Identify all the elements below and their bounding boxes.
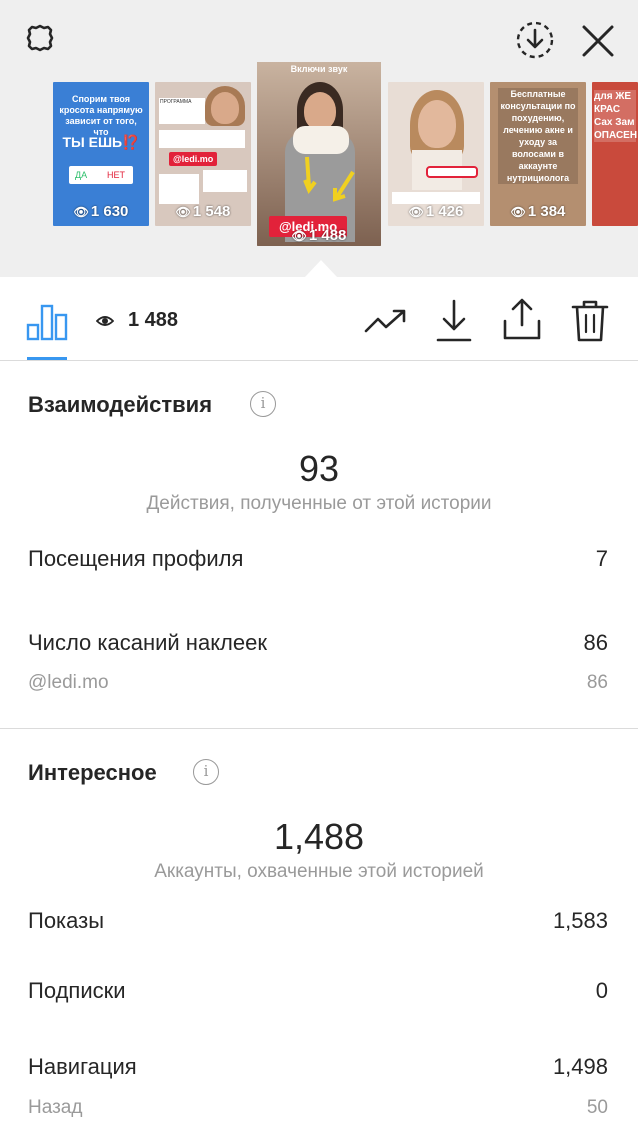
follows-label: Подписки: [28, 978, 126, 1003]
back-value: 50: [586, 1097, 608, 1118]
follows-value: 0: [595, 978, 608, 1003]
active-tab-indicator: [27, 357, 67, 360]
mention-sticker: @ledi.mo: [169, 152, 218, 166]
eye-icon: [96, 316, 114, 326]
story-thumbnail[interactable]: Бесплатные консультации по похудению, ле…: [490, 82, 586, 226]
poll-sticker: ДА НЕТ: [69, 166, 133, 184]
thumbnail-banner: Включи звук: [290, 64, 348, 74]
thumbnail-views: 👁 1 548: [175, 203, 231, 220]
thumbnail-views: 👁 1 426: [408, 203, 464, 220]
navigation-value: 1,498: [552, 1054, 608, 1079]
trending-icon[interactable]: [364, 307, 408, 335]
trash-icon[interactable]: [570, 299, 610, 343]
thumbnail-views: 👁 1 488: [291, 227, 347, 244]
save-download-icon[interactable]: [513, 18, 557, 62]
discovery-title: Интересное: [28, 760, 157, 785]
story-thumbnail[interactable]: для ЖЕ КРАС Сах Зам ОПАСЕН: [592, 82, 638, 226]
download-icon[interactable]: [436, 299, 472, 343]
selected-pointer: [305, 260, 337, 277]
sticker-taps-value: 86: [583, 630, 608, 655]
reach-total: 1,488: [273, 816, 365, 857]
thumbnail-text: Бесплатные консультации по похудению, ле…: [498, 88, 578, 184]
thumbnail-text: Спорим твоя кросота напрямую зависит от то…: [59, 94, 143, 137]
settings-icon[interactable]: [18, 20, 62, 64]
thumbnail-headline: ТЫ ЕШЬ⁉️: [62, 134, 140, 150]
profile-visits-label: Посещения профиля: [28, 546, 244, 571]
info-icon[interactable]: i: [193, 759, 219, 785]
info-icon[interactable]: i: [250, 391, 276, 417]
story-thumbnail[interactable]: 👁 1 426: [388, 82, 484, 226]
insights-toolbar: 1 488: [0, 277, 638, 361]
sticker-taps-label: Число касаний наклеек: [28, 630, 267, 655]
profile-visits-value: 7: [595, 546, 608, 571]
impressions-label: Показы: [28, 908, 105, 933]
reach-caption: Аккаунты, охваченные этой историей: [154, 861, 484, 882]
sticker-name: @ledi.mo: [28, 672, 109, 693]
interactions-caption: Действия, полученные от этой истории: [146, 493, 492, 514]
bar-chart-icon[interactable]: [26, 303, 68, 341]
story-thumbnail-selected[interactable]: Включи звук @ledi.mo 👁 1 488: [257, 62, 381, 246]
navigation-label: Навигация: [28, 1054, 137, 1079]
thumbnail-views: 👁 1 384: [510, 203, 566, 220]
thumbnail-views: 👁 1 630: [73, 203, 129, 220]
view-count: 1 488: [128, 309, 179, 331]
impressions-value: 1,583: [552, 908, 608, 933]
interactions-total: 93: [298, 448, 340, 489]
story-thumbnails: Спорим твоя кросота напрямую зависит от то…: [0, 62, 638, 262]
thumbnail-text: для ЖЕ КРАС Сах Зам ОПАСЕН: [594, 90, 638, 142]
interactions-title: Взаимодействия: [28, 392, 213, 417]
share-icon[interactable]: [502, 297, 542, 341]
back-label: Назад: [28, 1097, 83, 1118]
close-icon[interactable]: [578, 21, 618, 61]
story-thumbnail[interactable]: ПРОГРАММА @ledi.mo 👁 1 548: [155, 82, 251, 226]
section-divider: [0, 728, 638, 729]
story-thumbnail[interactable]: Спорим твоя кросота напрямую зависит от то…: [53, 82, 149, 226]
story-carousel-area: Спорим твоя кросота напрямую зависит от то…: [0, 0, 638, 277]
sticker-value: 86: [586, 672, 608, 693]
